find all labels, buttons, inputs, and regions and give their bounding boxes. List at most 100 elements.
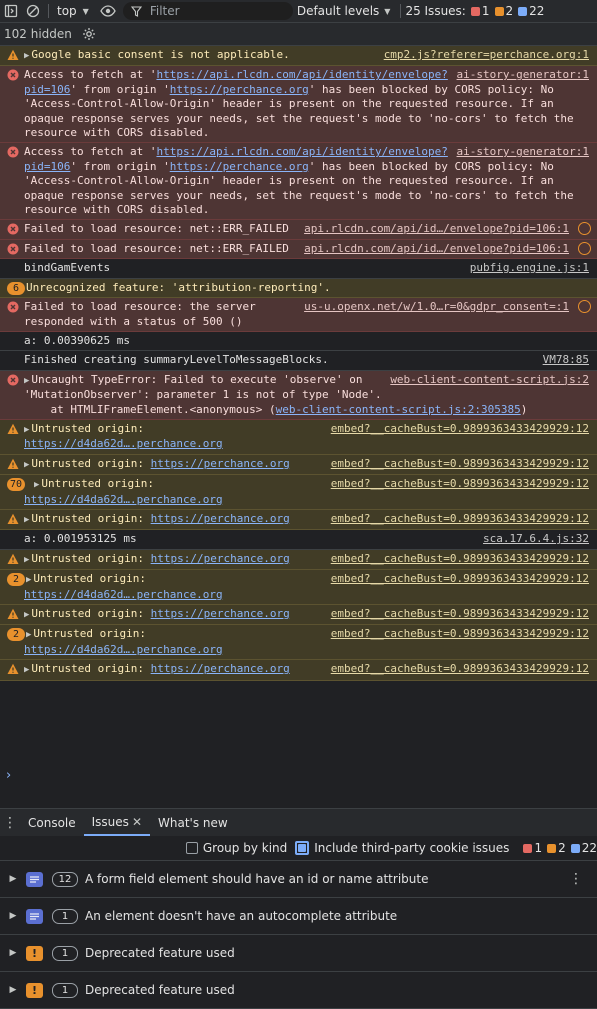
message-source-link[interactable]: embed?__cacheBust=0.9899363433429929:12 (331, 477, 589, 491)
console-warning-message[interactable]: 70 embed?__cacheBust=0.9899363433429929:1… (0, 475, 597, 510)
log-levels-dropdown[interactable]: Default levels ▼ (297, 4, 391, 18)
console-error-message[interactable]: api.rlcdn.com/api/id…/envelope?pid=106:1… (0, 239, 597, 260)
console-error-message[interactable]: web-client-content-script.js:2 ▶ Uncaught … (0, 370, 597, 420)
live-expression-eye-icon[interactable] (97, 0, 119, 22)
error-icon (7, 69, 19, 81)
third-party-cookie-checkbox[interactable]: Include third-party cookie issues (295, 841, 509, 855)
group-by-kind-checkbox[interactable]: Group by kind (185, 841, 287, 855)
expand-triangle-icon[interactable]: ▶ (26, 630, 31, 640)
expand-triangle-icon[interactable]: ▶ (24, 555, 29, 565)
checkbox-box (185, 842, 198, 854)
console-warning-message[interactable]: embed?__cacheBust=0.9899363433429929:12 ▶… (0, 419, 597, 455)
message-body: Untrusted origin: https://d4da62d….perch… (24, 421, 223, 451)
console-error-message[interactable]: ai-story-generator:1 Access to fetch at '… (0, 143, 597, 221)
tab-issues[interactable]: Issues ✕ (83, 809, 150, 836)
expand-triangle-icon[interactable]: ▶ (26, 575, 31, 585)
drawer-menu-icon[interactable]: ⋮ (0, 815, 20, 831)
expand-triangle-icon[interactable]: ▶ (0, 911, 26, 921)
error-icon (7, 374, 19, 386)
message-body: Untrusted origin: https://perchance.org (31, 607, 290, 620)
console-warning-message[interactable]: embed?__cacheBust=0.9899363433429929:12 ▶… (0, 605, 597, 626)
tab-whats-new[interactable]: What's new (150, 809, 236, 836)
message-source-link[interactable]: ai-story-generator:1 (457, 68, 589, 82)
expand-triangle-icon[interactable]: ▶ (24, 51, 29, 61)
hidden-messages-count: 102 hidden (4, 27, 72, 41)
context-selector[interactable]: top ▼ (53, 4, 93, 18)
console-error-message[interactable]: us-u.openx.net/w/1.0…r=0&gdpr_consent=:1… (0, 298, 597, 332)
message-source-link[interactable]: embed?__cacheBust=0.9899363433429929:12 (331, 607, 589, 621)
expand-triangle-icon[interactable]: ▶ (24, 665, 29, 675)
filter-input[interactable] (147, 3, 292, 19)
expand-triangle-icon[interactable]: ▶ (0, 874, 26, 884)
chevron-down-icon: ▼ (384, 6, 391, 16)
expand-triangle-icon[interactable]: ▶ (0, 948, 26, 958)
expand-triangle-icon[interactable]: ▶ (34, 480, 39, 490)
tab-console[interactable]: Console (20, 809, 84, 836)
console-warning-message[interactable]: 6 Unrecognized feature: 'attribution-repo… (0, 278, 597, 299)
expand-triangle-icon[interactable]: ▶ (24, 460, 29, 470)
message-source-link[interactable]: embed?__cacheBust=0.9899363433429929:12 (331, 457, 589, 471)
close-icon[interactable]: ✕ (132, 815, 142, 829)
more-options-icon[interactable]: ⋮ (569, 871, 583, 887)
message-body: Untrusted origin: https://d4da62d….perch… (24, 627, 223, 656)
message-source-link[interactable]: embed?__cacheBust=0.9899363433429929:12 (331, 552, 589, 566)
expand-triangle-icon[interactable]: ▶ (24, 610, 29, 620)
console-warning-message[interactable]: embed?__cacheBust=0.9899363433429929:12 ▶… (0, 660, 597, 681)
issues-summary-counter: 1 2 22 (523, 841, 597, 855)
issue-row[interactable]: ▶! 1 Deprecated feature used (0, 972, 597, 1009)
message-source-link[interactable]: embed?__cacheBust=0.9899363433429929:12 (331, 627, 589, 641)
console-warning-message[interactable]: 2 embed?__cacheBust=0.9899363433429929:12… (0, 625, 597, 661)
message-source-link[interactable]: embed?__cacheBust=0.9899363433429929:12 (331, 422, 589, 436)
filter-box[interactable] (122, 2, 293, 20)
message-body: Untrusted origin: https://d4da62d….perch… (24, 477, 223, 506)
message-source-link[interactable]: VM78:85 (543, 353, 589, 367)
console-warning-message[interactable]: embed?__cacheBust=0.9899363433429929:12 ▶… (0, 509, 597, 531)
message-source-link[interactable]: api.rlcdn.com/api/id…/envelope?pid=106:1 (304, 242, 569, 256)
issue-row[interactable]: ▶! 1 Deprecated feature used (0, 935, 597, 972)
network-request-icon[interactable] (578, 300, 591, 314)
expand-triangle-icon[interactable]: ▶ (24, 515, 29, 525)
message-body: Untrusted origin: https://perchance.org (31, 456, 290, 470)
message-source-link[interactable]: ai-story-generator:1 (457, 145, 589, 159)
expand-triangle-icon[interactable]: ▶ (24, 425, 29, 435)
console-warning-message[interactable]: embed?__cacheBust=0.9899363433429929:12 ▶… (0, 454, 597, 476)
issue-title: An element doesn't have an autocomplete … (85, 909, 398, 923)
console-error-message[interactable]: api.rlcdn.com/api/id…/envelope?pid=106:1… (0, 220, 597, 240)
warning-issue-icon (494, 6, 504, 16)
console-error-message[interactable]: ai-story-generator:1 Access to fetch at '… (0, 66, 597, 144)
message-source-link[interactable]: web-client-content-script.js:2 (390, 373, 589, 387)
issue-row[interactable]: ▶ 1 An element doesn't have an autocomplet… (0, 898, 597, 935)
console-prompt-icon[interactable]: › (6, 768, 11, 783)
network-request-icon[interactable] (578, 222, 591, 236)
repeat-count-badge: 6 (7, 281, 25, 295)
console-warning-message[interactable]: 2 embed?__cacheBust=0.9899363433429929:12… (0, 570, 597, 605)
message-source-link[interactable]: embed?__cacheBust=0.9899363433429929:12 (331, 572, 589, 586)
message-source-link[interactable]: pubfig.engine.js:1 (470, 261, 589, 275)
expand-triangle-icon[interactable]: ▶ (0, 985, 26, 995)
message-source-link[interactable]: us-u.openx.net/w/1.0…r=0&gdpr_consent=:1 (304, 300, 569, 314)
tab-whats-new-label: What's new (158, 815, 228, 830)
message-source-link[interactable]: sca.17.6.4.js:32 (483, 532, 589, 546)
settings-gear-icon[interactable] (82, 27, 96, 41)
console-log-message[interactable]: a: 0.00390625 ms (0, 332, 597, 352)
issue-count-pill: 1 (52, 982, 78, 998)
sidebar-toggle-icon[interactable] (0, 0, 22, 22)
console-warning-message[interactable]: embed?__cacheBust=0.9899363433429929:12 ▶… (0, 549, 597, 571)
issue-title: Deprecated feature used (85, 983, 235, 997)
issues-counter[interactable]: 25 Issues: 1 2 22 (405, 4, 544, 18)
console-log-message[interactable]: pubfig.engine.js:1 bindGamEvents (0, 259, 597, 279)
clear-console-icon[interactable] (22, 0, 44, 22)
issue-row[interactable]: ▶ 12 A form field element should have an i… (0, 861, 597, 898)
message-source-link[interactable]: embed?__cacheBust=0.9899363433429929:12 (331, 662, 589, 676)
message-source-link[interactable]: cmp2.js?referer=perchance.org:1 (384, 48, 589, 62)
network-request-icon[interactable] (578, 241, 591, 255)
console-log-message[interactable]: sca.17.6.4.js:32 a: 0.001953125 ms (0, 530, 597, 550)
message-source-link[interactable]: embed?__cacheBust=0.9899363433429929:12 (331, 512, 589, 526)
error-icon (7, 243, 19, 255)
console-log-message[interactable]: VM78:85 Finished creating summaryLevelToM… (0, 351, 597, 371)
divider (400, 4, 402, 18)
message-source-link[interactable]: api.rlcdn.com/api/id…/envelope?pid=106:1 (304, 222, 569, 236)
console-warning-message[interactable]: cmp2.js?referer=perchance.org:1 ▶ Google b… (0, 46, 597, 67)
expand-triangle-icon[interactable]: ▶ (24, 376, 29, 386)
error-icon (7, 223, 19, 235)
